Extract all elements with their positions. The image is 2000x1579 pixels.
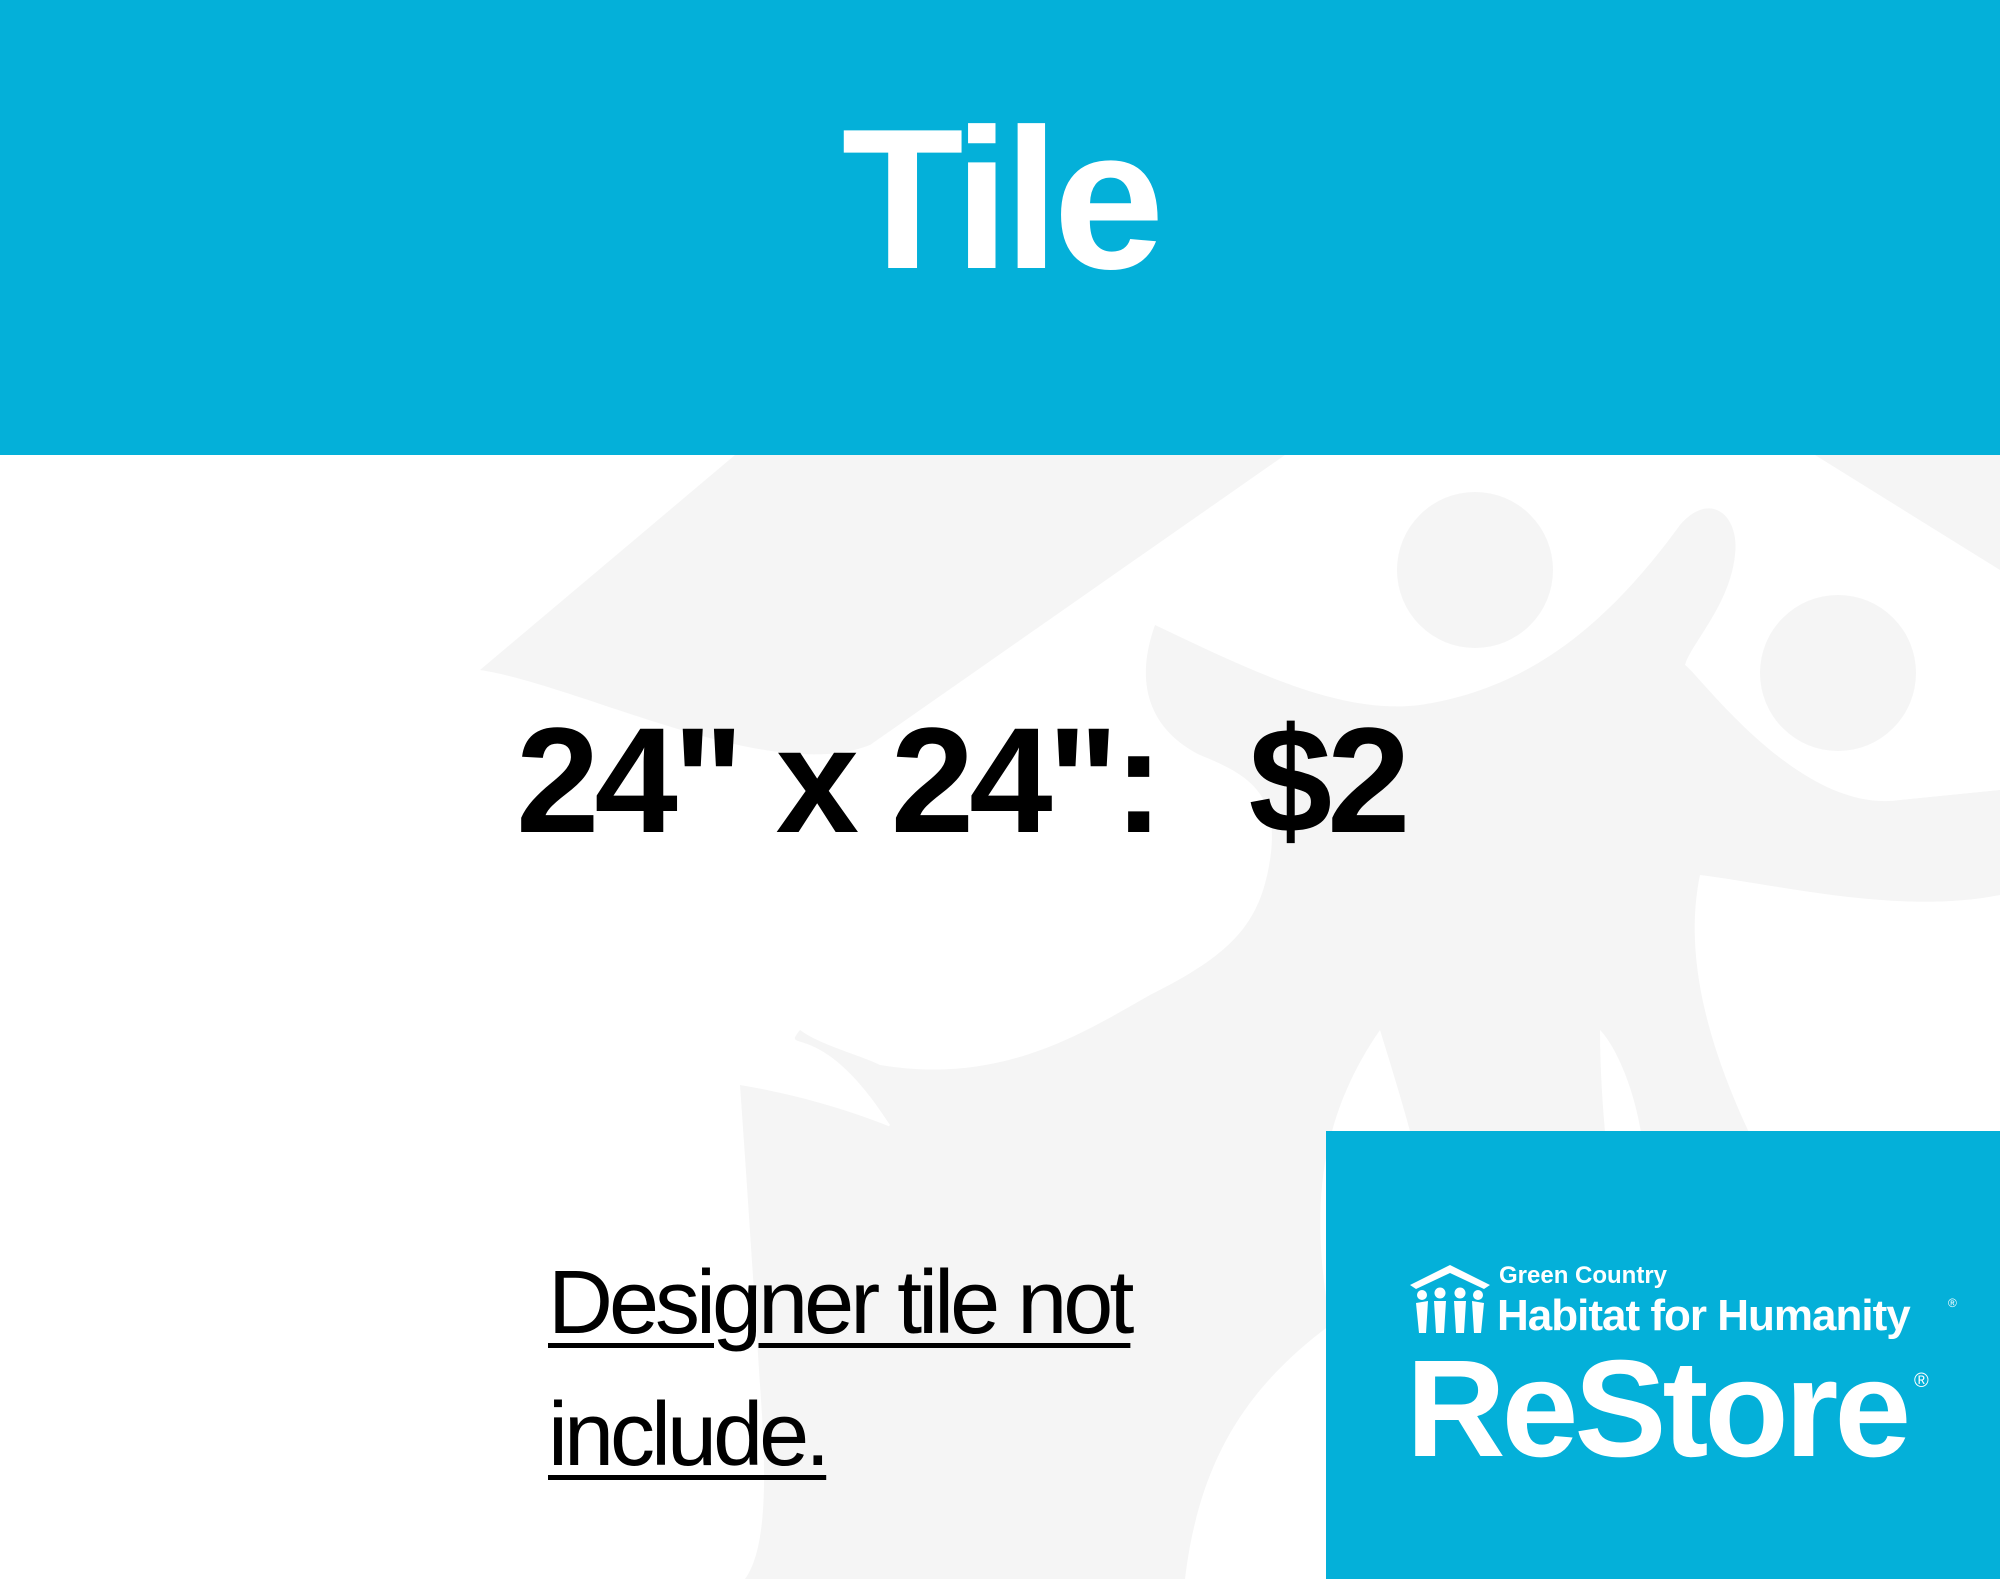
- restore-logo: Green Country Habitat for Humanity ® ReS…: [1326, 1131, 2000, 1579]
- sign-title: Tile: [841, 88, 1165, 311]
- logo-brand: ReStore: [1406, 1332, 1911, 1486]
- price-line: 24" x 24": $2: [516, 696, 1411, 864]
- logo-org-line1: Green Country: [1499, 1262, 1668, 1289]
- price-value: $2: [1248, 696, 1411, 864]
- habitat-house-people-icon: [1410, 1265, 1490, 1333]
- logo-registered-mark-small: ®: [1948, 1296, 1957, 1310]
- designer-tile-note: Designer tile not include.: [548, 1253, 1134, 1485]
- logo-registered-mark: ®: [1914, 1370, 1929, 1392]
- tile-size-label: 24" x 24":: [516, 696, 1164, 864]
